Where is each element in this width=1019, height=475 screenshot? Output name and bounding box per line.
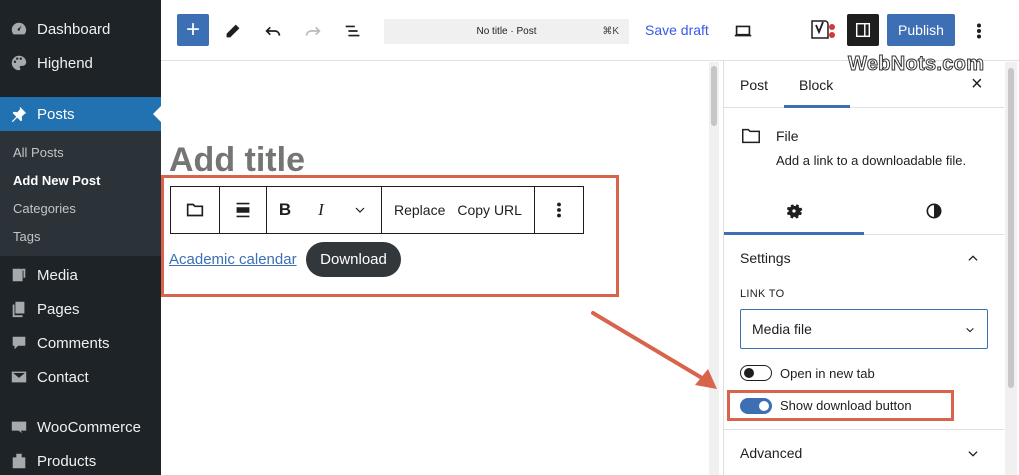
redo-icon[interactable] [301,19,325,43]
pencil-icon[interactable] [221,19,245,43]
sidebar-scrollbar[interactable] [1005,62,1017,475]
menu-label: Contact [37,368,89,386]
save-draft-button[interactable]: Save draft [645,22,709,38]
section-divider [724,429,1004,430]
menu-item-contact[interactable]: Contact [0,360,161,394]
chevron-up-icon[interactable] [966,251,980,265]
chevron-down-icon[interactable] [339,187,381,233]
menu-item-media[interactable]: Media [0,258,161,292]
active-tab-indicator [784,105,850,108]
link-to-label: LINK TO [740,288,785,300]
menu-label: Highend [37,54,93,72]
list-view-icon[interactable] [341,19,365,43]
more-options-icon[interactable] [967,19,991,43]
products-icon [10,452,28,470]
italic-button[interactable]: I [303,187,339,233]
block-toolbar: B I Replace Copy URL [170,186,584,234]
menu-item-woocommerce[interactable]: WooCommerce [0,410,161,444]
block-sub-tabs [724,188,1004,235]
toggle-knob [759,401,769,411]
comments-icon [10,334,28,352]
tab-block[interactable]: Block [799,77,833,93]
menu-label: Dashboard [37,20,111,38]
arrow-annotation [591,311,717,389]
settings-sidebar: Post Block × File Add a link to a downlo… [723,61,1004,475]
options-group [535,187,583,233]
submenu-tags[interactable]: Tags [13,229,40,244]
pages-icon [10,300,28,318]
pin-icon [10,105,28,123]
open-new-tab-label: Open in new tab [780,366,875,381]
chevron-down-icon[interactable] [966,447,980,461]
watermark: WebNots.com [847,53,985,76]
show-download-button-label: Show download button [780,398,912,413]
advanced-panel-heading[interactable]: Advanced [740,445,802,461]
menu-item-pages[interactable]: Pages [0,292,161,326]
sidebar-scroll-thumb[interactable] [1008,68,1014,388]
admin-sidebar: Dashboard Highend Posts All Posts Add Ne… [0,0,161,475]
palette-icon [10,54,28,72]
shortcut-hint: ⌘K [602,26,619,37]
menu-item-posts[interactable]: Posts [0,97,161,131]
block-description: Add a link to a downloadable file. [776,153,967,168]
preview-laptop-icon[interactable] [731,19,755,43]
link-to-value: Media file [752,321,812,337]
canvas-scrollbar[interactable] [709,62,719,475]
folder-icon [742,128,760,144]
editor-canvas: Add title B I Replace Copy URL Academic … [161,61,708,475]
menu-label: Comments [37,334,110,352]
posts-submenu: All Posts Add New Post Categories Tags [0,131,161,256]
woocommerce-icon [10,418,28,436]
mail-icon [10,368,28,386]
dashboard-icon [10,20,28,38]
close-icon[interactable]: × [971,73,983,96]
toggle-knob [744,368,754,378]
menu-label: Posts [37,105,75,123]
folder-icon[interactable] [171,187,219,233]
gear-icon[interactable] [784,201,804,221]
block-type-group [171,187,220,233]
download-button[interactable]: Download [306,242,401,277]
replace-button[interactable]: Replace [388,187,451,233]
align-icon[interactable] [220,187,266,233]
copy-url-button[interactable]: Copy URL [451,187,528,233]
menu-label: WooCommerce [37,418,141,436]
menu-item-highend[interactable]: Highend [0,46,161,80]
menu-item-comments[interactable]: Comments [0,326,161,360]
align-group [220,187,267,233]
undo-icon[interactable] [261,19,285,43]
media-icon [10,266,28,284]
canvas-scroll-thumb[interactable] [711,66,717,126]
block-options-icon[interactable] [535,187,583,233]
active-subtab-indicator [724,232,864,235]
menu-item-dashboard[interactable]: Dashboard [0,12,161,46]
styles-contrast-icon[interactable] [924,201,944,221]
menu-item-products[interactable]: Products [0,444,161,475]
menu-label: Pages [37,300,80,318]
file-actions-group: Replace Copy URL [382,187,535,233]
bold-button[interactable]: B [267,187,303,233]
settings-panel-heading[interactable]: Settings [740,250,791,266]
format-group: B I [267,187,382,233]
block-name: File [776,128,799,144]
submenu-all-posts[interactable]: All Posts [13,145,64,160]
document-title: No title · Post [476,26,537,37]
menu-label: Media [37,266,78,284]
publish-button[interactable]: Publish [887,14,955,46]
menu-label: Products [37,452,97,470]
file-link[interactable]: Academic calendar [169,251,297,268]
editor-top-toolbar: + No title · Post ⌘K Save draft Publish [161,0,1019,61]
settings-sidebar-toggle[interactable] [847,14,879,46]
show-download-button-toggle[interactable] [740,398,772,414]
sidebar-icon [855,22,871,38]
yoast-seo-icon[interactable] [809,18,837,44]
command-palette-bar[interactable]: No title · Post ⌘K [384,19,629,44]
open-new-tab-toggle[interactable] [740,365,772,381]
submenu-add-new-post[interactable]: Add New Post [13,173,100,188]
link-to-select[interactable]: Media file [740,309,988,349]
chevron-down-icon [966,327,974,333]
submenu-categories[interactable]: Categories [13,201,76,216]
add-block-button[interactable]: + [177,14,209,46]
tab-post[interactable]: Post [740,77,768,93]
